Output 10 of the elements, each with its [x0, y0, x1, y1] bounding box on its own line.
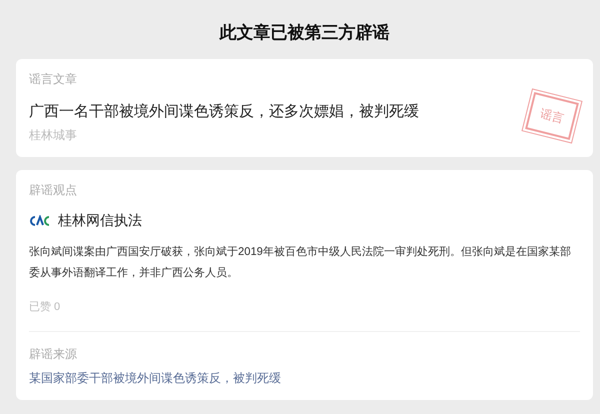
- debunk-text: 张向斌间谍案由广西国安厅破获，张向斌于2019年被百色市中级人民法院一审判处死刑。但张向斌是在国家某部委从事外语翻译工作，并非广西公务人员。: [29, 244, 572, 281]
- section-label: 辟谣来源: [29, 346, 78, 362]
- page-title: 此文章已被第三方辟谣: [218, 22, 390, 44]
- publisher-name[interactable]: 桂林网信执法: [58, 212, 142, 230]
- article-source: 桂林城事: [29, 127, 78, 143]
- source-link[interactable]: 某国家部委干部被境外间谍色诱策反，被判死缓: [29, 370, 580, 386]
- section-label: 辟谣观点: [29, 182, 78, 198]
- article-headline[interactable]: 广西一名干部被境外间谍色诱策反，还多次嫖娼，被判死缓: [29, 102, 419, 122]
- section-label: 谣言文章: [29, 71, 78, 87]
- logo-icon: [29, 215, 51, 227]
